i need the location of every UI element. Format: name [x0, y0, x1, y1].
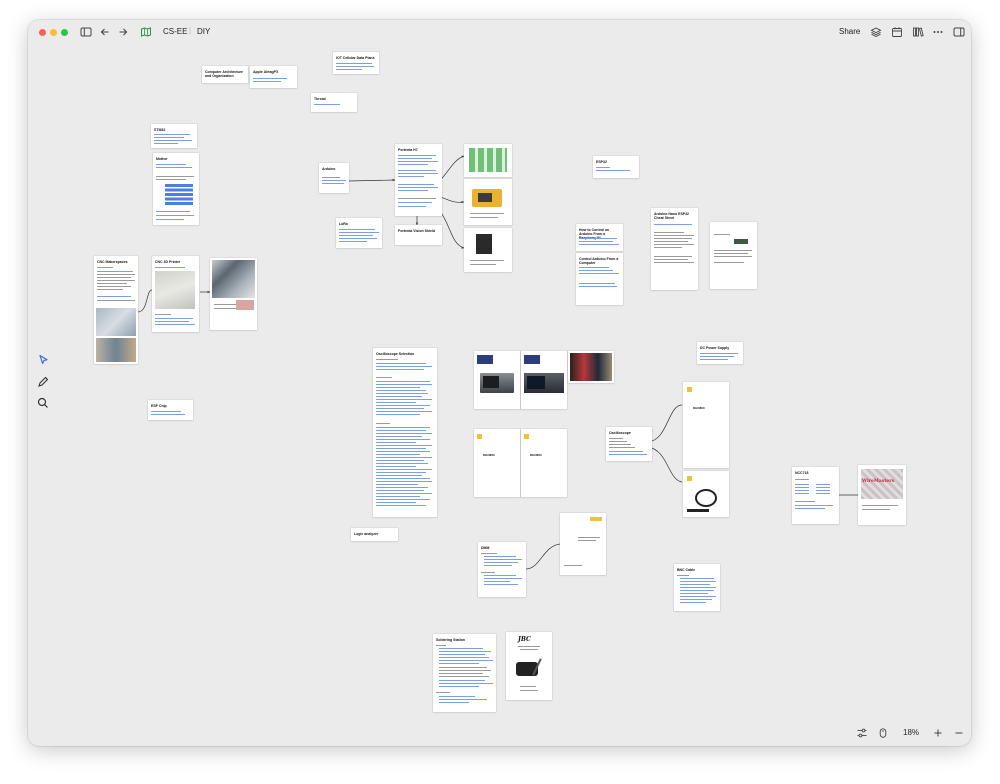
note-card-ncc-tools[interactable]: NCC718 [792, 467, 839, 524]
note-card-nano-esp32-cheat-sheet[interactable]: Arduino Nano ESP32 Cheat Sheet [651, 208, 698, 290]
probe-user-guide-image[interactable] [683, 471, 729, 517]
pen-tool-icon[interactable] [36, 375, 50, 389]
search-icon[interactable] [36, 396, 50, 410]
brand-title: WireMasters [862, 479, 895, 484]
card-title: CNC Makerspaces [97, 260, 128, 264]
scope-product-image-2[interactable] [521, 351, 567, 409]
portenta-board-image[interactable] [464, 179, 512, 225]
note-card-logic-analyzer[interactable]: Logic analyzer [351, 528, 398, 541]
mouse-icon[interactable] [877, 727, 889, 739]
card-title: Logic analyzer [354, 532, 379, 536]
dho-manual-image-1[interactable]: DHO800 [474, 429, 520, 497]
doc-title: DHO800 [530, 453, 542, 457]
card-title: Arduino Nano ESP32 Cheat Sheet [654, 212, 690, 221]
note-card-lora[interactable]: LoRa [336, 218, 382, 248]
card-title: LoRa [339, 222, 348, 226]
filter-settings-icon[interactable] [856, 727, 868, 739]
title-bar: CS-EE | DIY Share [28, 20, 971, 44]
card-title: STM32 [154, 128, 166, 132]
doc-title: DHO800 [483, 453, 495, 457]
note-card-arduino[interactable]: Arduino [319, 163, 349, 193]
layers-icon[interactable] [870, 26, 882, 38]
board-icon [141, 27, 151, 37]
card-title: Oscilloscope [609, 431, 631, 435]
note-card-oscilloscope-selection[interactable]: Oscilloscope Selection [373, 348, 437, 517]
note-card-oscilloscope[interactable]: Oscilloscope [606, 427, 652, 461]
note-card-arduino-from-pc[interactable]: Control Arduino From a Computer [576, 253, 623, 305]
card-title: Thread [314, 97, 326, 101]
breadcrumb-separator: | [189, 26, 192, 35]
note-card-cnc-3d-printer[interactable]: CNC 3D Printer [152, 256, 199, 332]
card-title: Computer Architecture and Organization [205, 70, 243, 79]
jbc-manual-image[interactable]: JBC [506, 632, 552, 700]
dho-quick-guide-image[interactable]: DHO800 [683, 382, 729, 468]
portenta-diagram-image[interactable] [464, 144, 512, 177]
app-window: CS-EE | DIY Share Computer Architecture … [28, 20, 971, 746]
card-title: IOT Cellular Data Plans [336, 56, 375, 60]
note-card-portenta-h7[interactable]: Portenta H7 [395, 144, 442, 216]
note-card-thread[interactable]: Thread [311, 93, 357, 112]
brand-title: JBC [518, 636, 531, 643]
note-card-dmm[interactable]: DMM [478, 542, 526, 597]
note-card-iot-data-plans[interactable]: IOT Cellular Data Plans [333, 52, 379, 74]
note-card-esp-chip[interactable]: ESP Chip [148, 400, 193, 420]
note-card-soldering-station[interactable]: Soldering Station [433, 634, 496, 712]
forward-arrow-icon[interactable] [117, 26, 129, 38]
scope-product-image-3[interactable] [568, 351, 614, 383]
sidebar-toggle-icon[interactable] [80, 26, 92, 38]
note-card-esp32[interactable]: ESP32 [593, 156, 639, 178]
card-title: Control Arduino From a Computer [579, 257, 619, 266]
card-title: Arduino [322, 167, 336, 171]
wiremasters-catalog-image[interactable]: WireMasters [858, 465, 906, 525]
nano-esp32-doc-image[interactable] [710, 222, 757, 289]
breadcrumb-parent[interactable]: CS-EE [163, 27, 187, 36]
card-title: Apple AirtagPX [253, 70, 279, 74]
card-title: CNC 3D Printer [155, 260, 181, 264]
note-card-dc-power-supply[interactable]: DC Power Supply [697, 342, 743, 364]
inspector-toggle-icon[interactable] [953, 26, 965, 38]
card-title: DC Power Supply [700, 346, 730, 350]
scope-product-image-1[interactable] [474, 351, 520, 409]
card-title: Soldering Station [436, 638, 465, 642]
dho-manual-image-2[interactable]: DHO800 [521, 429, 567, 497]
dmm-manual-image[interactable] [560, 513, 606, 575]
zoom-window-button[interactable] [61, 29, 68, 36]
card-title: NCC718 [795, 471, 809, 475]
card-title: BNC Cable [677, 568, 696, 572]
share-button[interactable]: Share [839, 27, 860, 36]
note-card-cnc-makerspaces[interactable]: CNC Makerspaces [94, 256, 138, 364]
pointer-tool-icon[interactable] [36, 353, 50, 367]
card-title: ESP32 [596, 160, 607, 164]
note-card-stm32[interactable]: STM32 [151, 124, 197, 148]
doc-title: DHO800 [693, 406, 705, 410]
zoom-in-icon[interactable] [932, 727, 944, 739]
more-options-icon[interactable] [932, 26, 944, 38]
calendar-icon[interactable] [891, 26, 903, 38]
note-card-portenta-vision-shield[interactable]: Portenta Vision Shield [395, 225, 442, 245]
card-title: Mother [156, 157, 168, 161]
card-title: ESP Chip [151, 404, 167, 408]
card-title: Oscilloscope Selection [376, 352, 415, 356]
library-icon[interactable] [912, 26, 924, 38]
card-title: Portenta Vision Shield [398, 229, 436, 233]
portenta-vision-image[interactable] [464, 228, 512, 272]
note-card-bnc-cable[interactable]: BNC Cable [674, 564, 720, 611]
card-title: Portenta H7 [398, 148, 418, 152]
zoom-level[interactable]: 18% [903, 728, 919, 737]
note-card-computer-architecture[interactable]: Computer Architecture and Organization [202, 66, 248, 83]
note-card-apple-airtag[interactable]: Apple AirtagPX [250, 66, 297, 88]
card-title: DMM [481, 546, 490, 550]
note-card-mother[interactable]: Mother [153, 153, 199, 225]
zoom-out-icon[interactable] [953, 727, 965, 739]
cnc-printer-photo[interactable] [210, 258, 257, 330]
minimize-window-button[interactable] [50, 29, 57, 36]
back-arrow-icon[interactable] [99, 26, 111, 38]
close-window-button[interactable] [39, 29, 46, 36]
board-title[interactable]: DIY [197, 27, 210, 36]
note-card-arduino-from-pi[interactable]: How to Control an Arduino From a Raspber… [576, 224, 623, 251]
